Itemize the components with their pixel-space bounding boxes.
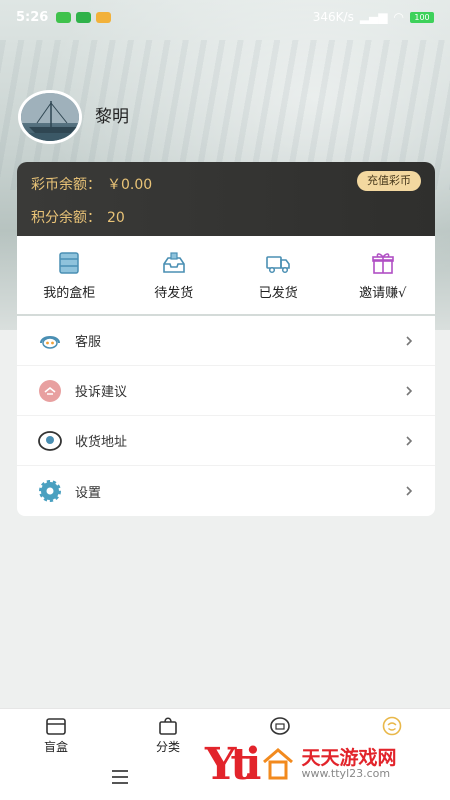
bag-icon (159, 717, 177, 735)
watermark-mark: Yti (205, 738, 262, 790)
username: 黎明 (95, 107, 129, 127)
watermark-url: www.ttyl23.com (301, 767, 391, 781)
location-pin-icon (37, 428, 63, 454)
wifi-icon: ◠ (393, 10, 404, 24)
tab-label: 盲盒 (43, 740, 68, 754)
gift-icon (371, 253, 394, 274)
menu-item-feedback[interactable]: 投诉建议 (17, 366, 435, 416)
coin-balance-label: 彩币余额： (31, 177, 101, 193)
order-item-label: 我的盒柜 (43, 286, 96, 301)
blind-box-icon (46, 718, 66, 735)
menu-icon[interactable] (112, 770, 128, 784)
tab-label: 分类 (155, 740, 180, 754)
gear-icon (37, 478, 63, 504)
coin-balance-row: 彩币余额： ￥0.00 (31, 174, 152, 194)
menu-item-label: 客服 (75, 335, 102, 350)
chevron-right-icon (406, 335, 413, 346)
status-bar: 5:26 346K/s ▂▄▆ ◠ 100 (0, 0, 450, 34)
truck-icon (266, 256, 291, 274)
headset-icon (37, 328, 63, 354)
chevron-right-icon (406, 486, 413, 496)
mail-notification-icon (96, 11, 112, 23)
points-balance-value: 20 (107, 210, 125, 226)
order-item-invite[interactable]: 邀请赚√ (331, 236, 436, 314)
house-logo-icon (263, 748, 294, 780)
order-item-pending[interactable]: 待发货 (122, 236, 227, 314)
order-item-shipped[interactable]: 已发货 (226, 236, 331, 314)
wechat-notification-icon (56, 11, 72, 23)
menu-item-label: 投诉建议 (75, 385, 128, 400)
watermark-brand: 天天游戏网 (301, 746, 397, 769)
signal-icon: ▂▄▆ (359, 10, 388, 24)
status-time: 5:26 (16, 9, 49, 25)
order-shortcuts: 我的盒柜 待发货 已发货 邀请赚√ (17, 236, 435, 314)
menu-item-label: 设置 (75, 485, 102, 501)
menu-item-address[interactable]: 收货地址 (17, 416, 435, 466)
coin-balance-value: ￥0.00 (107, 177, 153, 193)
settings-menu: 客服 投诉建议 收货地址 设置 (17, 316, 435, 516)
order-item-label: 待发货 (154, 286, 194, 301)
tab-blind-box[interactable]: 盲盒 (0, 709, 112, 756)
order-item-label: 已发货 (258, 286, 298, 301)
points-balance-row: 积分余额： 20 (31, 207, 125, 227)
feedback-icon (37, 378, 63, 404)
order-item-cabinet[interactable]: 我的盒柜 (17, 236, 122, 314)
network-speed: 346K/s (312, 10, 354, 24)
chevron-right-icon (406, 435, 413, 446)
chevron-right-icon (406, 385, 413, 396)
points-balance-label: 积分余额： (31, 210, 101, 226)
box-cabinet-icon (59, 252, 79, 274)
battery-icon: 100 (410, 11, 434, 23)
menu-item-label: 收货地址 (75, 435, 128, 450)
watermark-logo: Yti 天天游戏网 www.ttyl23.com (205, 732, 445, 796)
avatar[interactable] (18, 90, 82, 144)
message-notification-icon (76, 11, 92, 23)
recharge-button[interactable]: 充值彩币 (357, 171, 421, 191)
menu-item-settings[interactable]: 设置 (17, 466, 435, 516)
balance-card: 彩币余额： ￥0.00 充值彩币 积分余额： 20 (17, 162, 435, 246)
order-item-label: 邀请赚√ (359, 286, 407, 301)
menu-item-customer-service[interactable]: 客服 (17, 316, 435, 366)
tray-box-icon (162, 252, 185, 273)
